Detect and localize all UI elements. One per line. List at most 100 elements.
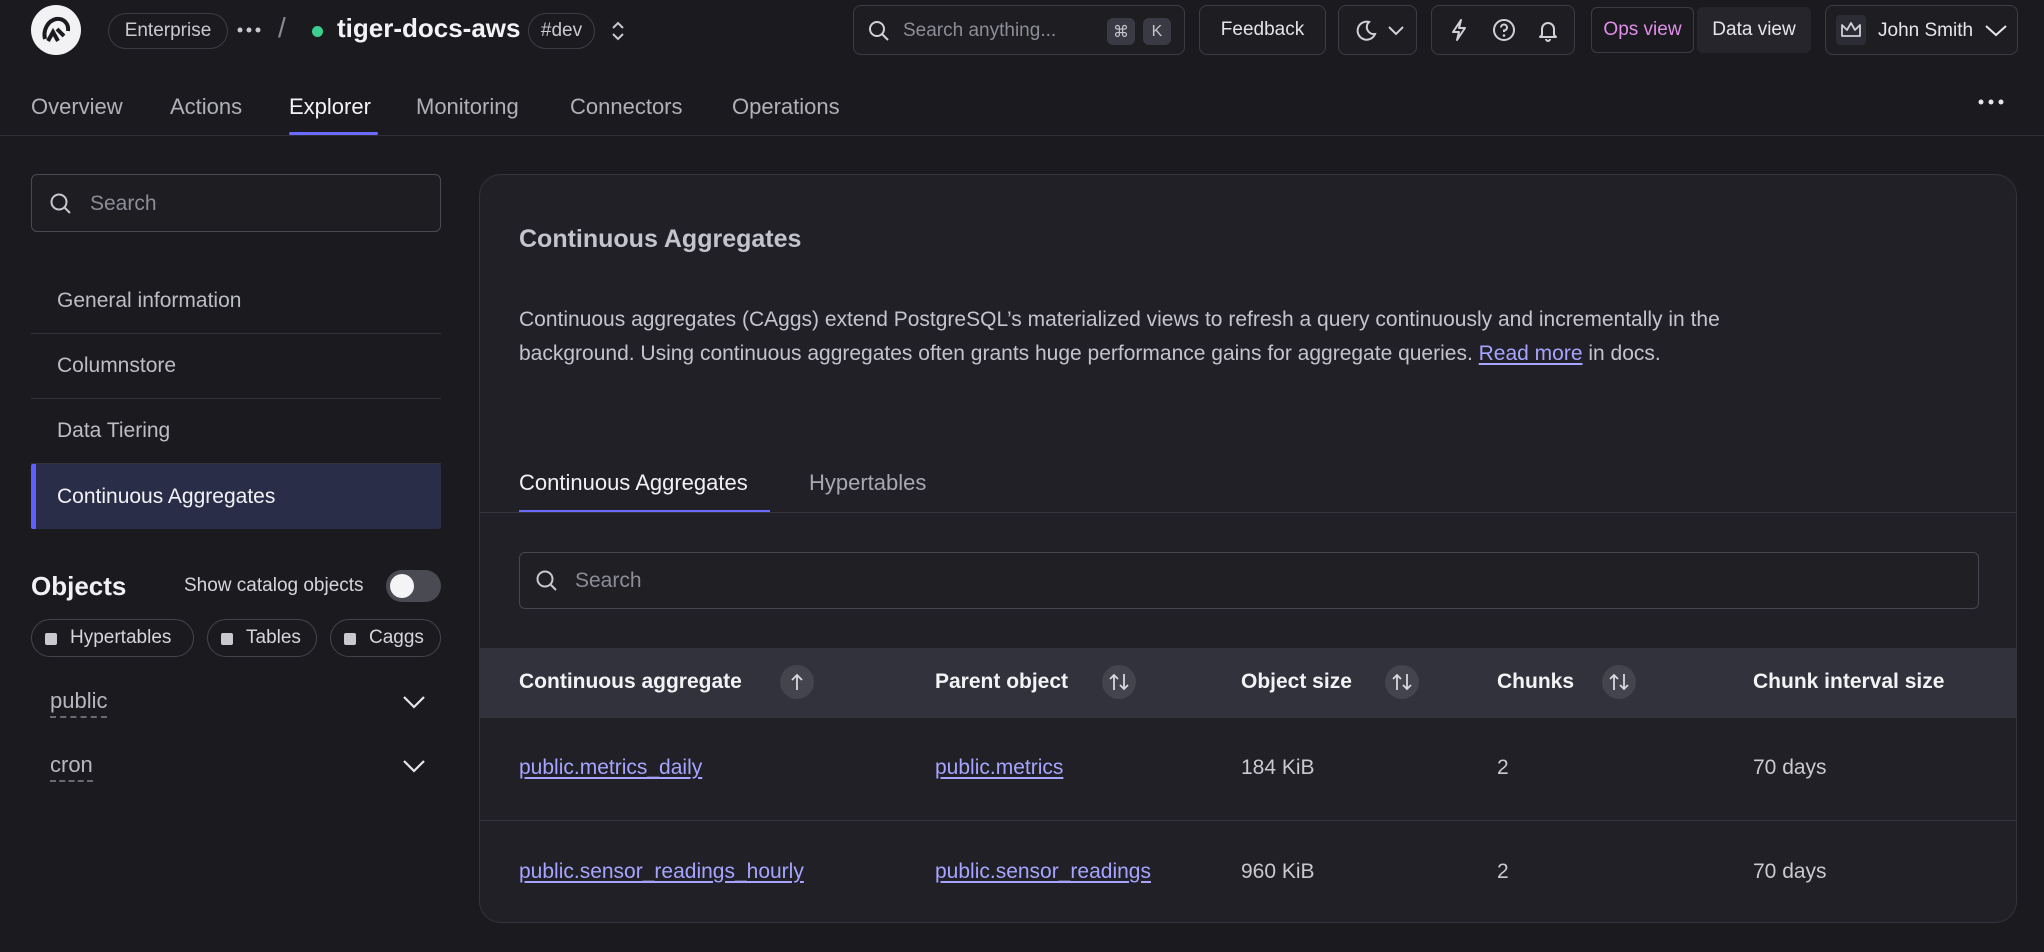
- read-more-link[interactable]: Read more: [1479, 342, 1583, 365]
- sidebar-search-placeholder: Search: [90, 192, 157, 215]
- schema-cron[interactable]: cron: [50, 752, 93, 782]
- column-header: Chunk interval size: [1753, 670, 1945, 693]
- column-header: Chunks: [1497, 670, 1575, 693]
- breadcrumb-separator: /: [278, 12, 286, 43]
- tab-explorer[interactable]: Explorer: [289, 94, 371, 120]
- caggregate-link[interactable]: public.sensor_readings_hourly: [519, 860, 804, 884]
- column-header: Object size: [1241, 670, 1352, 693]
- sidebar-item-data-tiering[interactable]: Data Tiering: [31, 399, 441, 464]
- page-description: Continuous aggregates (CAggs) extend Pos…: [519, 303, 1759, 371]
- column-header: Parent object: [935, 670, 1069, 693]
- chevron-down-icon[interactable]: [400, 757, 428, 775]
- env-tag: #dev: [540, 20, 583, 41]
- sort-icon[interactable]: [1102, 665, 1136, 699]
- main-panel: Continuous Aggregates Continuous aggrega…: [479, 174, 2017, 923]
- filter-checkbox: [221, 633, 233, 645]
- ellipsis-icon[interactable]: [236, 22, 262, 38]
- feedback-button[interactable]: Feedback: [1199, 5, 1326, 55]
- user-name: John Smith: [1878, 20, 1974, 41]
- chevron-down-icon: [1387, 23, 1405, 37]
- tab-overview[interactable]: Overview: [31, 94, 123, 120]
- chevron-up-down-icon[interactable]: [607, 19, 629, 43]
- table-row: public.sensor_readings_hourly public.sen…: [480, 822, 2016, 922]
- tab-connectors[interactable]: Connectors: [570, 94, 683, 120]
- sidebar-item-general-information[interactable]: General information: [31, 269, 441, 334]
- table-row: public.metrics_daily public.metrics 184 …: [480, 718, 2016, 821]
- filter-checkbox: [45, 633, 57, 645]
- filter-chip-label: Hypertables: [70, 627, 172, 648]
- search-placeholder: Search anything...: [903, 20, 1057, 41]
- feedback-label: Feedback: [1220, 19, 1305, 40]
- page-title: Continuous Aggregates: [519, 225, 802, 253]
- chunks-count: 2: [1497, 756, 1509, 779]
- show-catalog-label: Show catalog objects: [184, 575, 364, 596]
- global-search[interactable]: Search anything... ⌘ K: [853, 5, 1185, 55]
- toggle-knob: [390, 574, 414, 598]
- filter-chip-tables[interactable]: Tables: [207, 619, 317, 657]
- table-header: Continuous aggregate Parent object Objec…: [480, 648, 2016, 718]
- sidebar-item-label: General information: [57, 289, 242, 312]
- column-header: Continuous aggregate: [519, 670, 742, 693]
- active-tab-indicator: [519, 510, 770, 512]
- search-icon: [535, 569, 559, 593]
- parent-object-link[interactable]: public.sensor_readings: [935, 860, 1151, 884]
- org-badge[interactable]: Enterprise: [108, 13, 228, 49]
- tab-hypertables[interactable]: Hypertables: [809, 470, 926, 496]
- sidebar-item-label: Data Tiering: [57, 419, 171, 442]
- filter-chip-hypertables[interactable]: Hypertables: [31, 619, 194, 657]
- table-search-placeholder: Search: [575, 569, 642, 592]
- sidebar-item-label: Columnstore: [57, 354, 177, 377]
- sidebar-search-input[interactable]: Search: [31, 174, 441, 232]
- ops-view-button[interactable]: Ops view: [1591, 7, 1694, 53]
- more-icon[interactable]: [1974, 92, 2008, 112]
- table-search-input[interactable]: Search: [519, 552, 1979, 609]
- sort-icon[interactable]: [1385, 665, 1419, 699]
- search-icon: [868, 20, 890, 42]
- lightning-icon[interactable]: [1444, 15, 1474, 45]
- show-catalog-toggle[interactable]: [386, 570, 441, 602]
- shortcut-key-cmd: ⌘: [1107, 18, 1135, 45]
- chevron-down-icon[interactable]: [400, 693, 428, 711]
- sort-icon[interactable]: [1602, 665, 1636, 699]
- tab-continuous-aggregates[interactable]: Continuous Aggregates: [519, 470, 748, 496]
- tab-operations[interactable]: Operations: [732, 94, 840, 120]
- filter-chip-label: Tables: [246, 627, 301, 648]
- moon-icon: [1354, 19, 1378, 43]
- action-icons-group: [1431, 5, 1575, 55]
- search-icon: [49, 192, 73, 216]
- crown-icon: [1836, 15, 1866, 45]
- schema-public[interactable]: public: [50, 688, 108, 718]
- top-bar: Enterprise / tiger-docs-aws #dev Search …: [0, 0, 2044, 62]
- env-badge[interactable]: #dev: [528, 13, 595, 49]
- objects-title: Objects: [31, 571, 127, 601]
- bell-icon[interactable]: [1533, 15, 1563, 45]
- chunk-interval: 70 days: [1753, 756, 1827, 779]
- tiger-logo-icon[interactable]: [31, 5, 81, 55]
- caggregate-link[interactable]: public.metrics_daily: [519, 756, 702, 780]
- sidebar-item-continuous-aggregates[interactable]: Continuous Aggregates: [31, 464, 441, 529]
- parent-object-link[interactable]: public.metrics: [935, 756, 1063, 780]
- sidebar-item-label: Continuous Aggregates: [57, 484, 276, 508]
- tab-monitoring[interactable]: Monitoring: [416, 94, 519, 120]
- user-menu[interactable]: John Smith: [1825, 5, 2018, 55]
- status-dot: [312, 26, 323, 37]
- shortcut-key-k: K: [1143, 18, 1171, 45]
- sidebar-item-columnstore[interactable]: Columnstore: [31, 334, 441, 399]
- help-icon[interactable]: [1489, 15, 1519, 45]
- project-name[interactable]: tiger-docs-aws: [337, 13, 521, 44]
- content-tabs: Continuous Aggregates Hypertables: [480, 455, 2016, 513]
- chunk-interval: 70 days: [1753, 860, 1827, 883]
- ops-view-label: Ops view: [1603, 19, 1682, 40]
- data-view-button[interactable]: Data view: [1697, 7, 1811, 53]
- filter-chip-label: Caggs: [369, 627, 424, 648]
- description-suffix: in docs.: [1588, 342, 1661, 365]
- data-view-label: Data view: [1712, 19, 1796, 40]
- filter-chip-caggs[interactable]: Caggs: [330, 619, 441, 657]
- org-label: Enterprise: [124, 20, 212, 41]
- tab-actions[interactable]: Actions: [170, 94, 242, 120]
- theme-toggle-button[interactable]: [1338, 5, 1417, 55]
- sort-asc-icon[interactable]: [780, 665, 814, 699]
- chevron-down-icon: [1984, 22, 2008, 38]
- filter-checkbox: [344, 633, 356, 645]
- active-tab-indicator: [289, 132, 378, 135]
